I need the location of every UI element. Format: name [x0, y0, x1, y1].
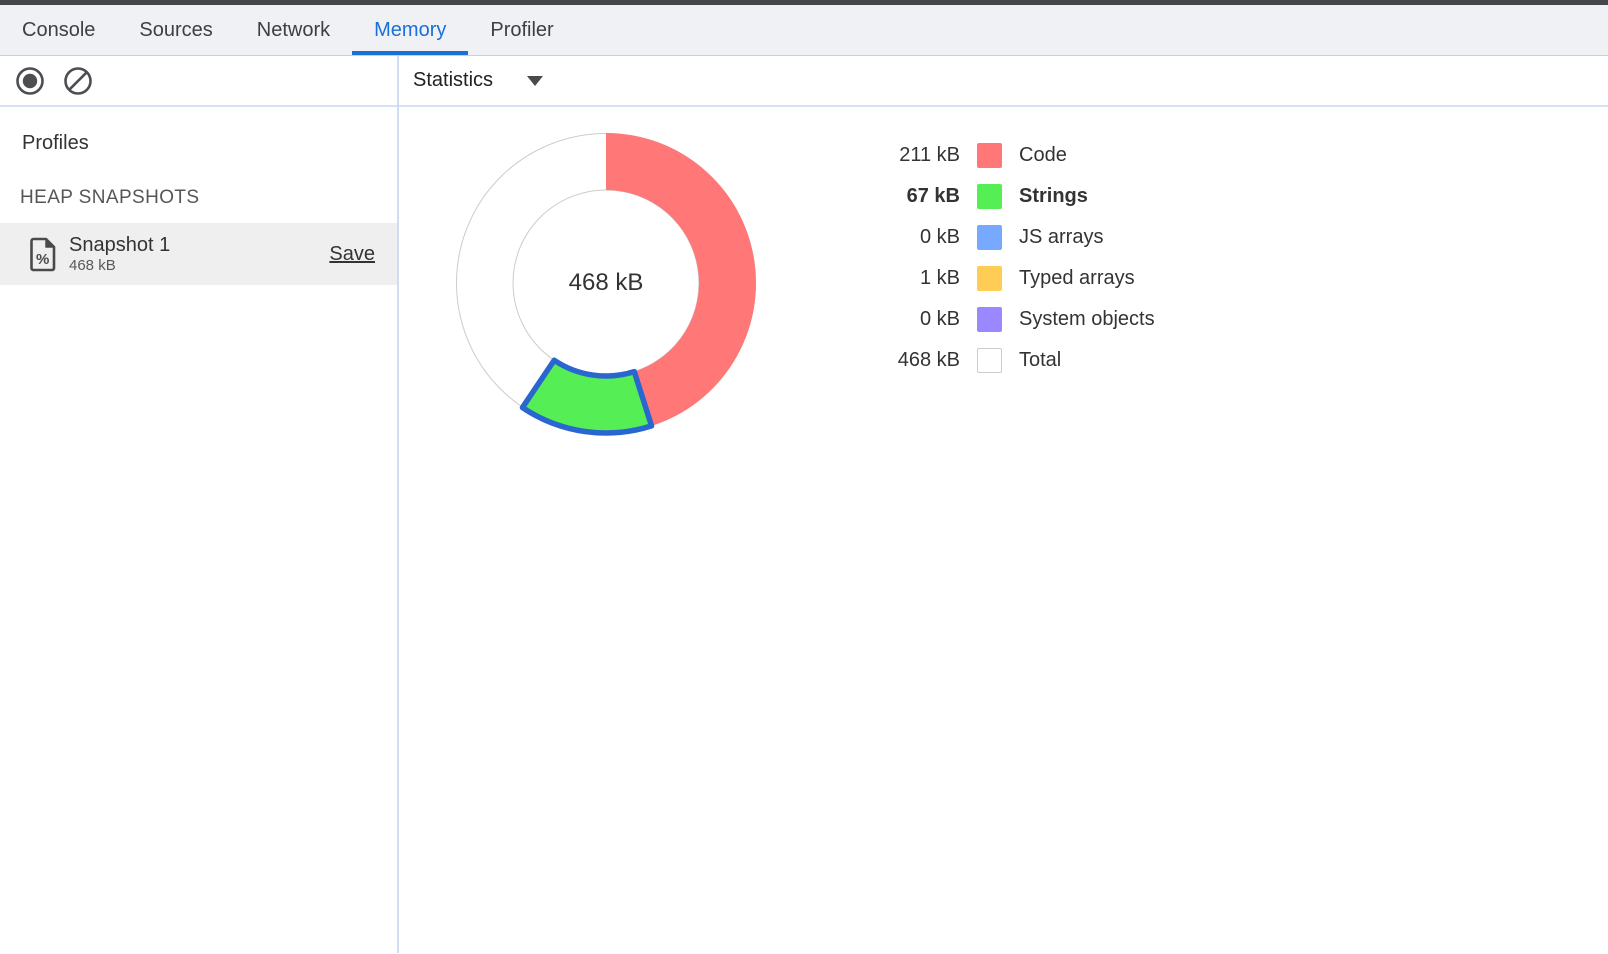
profiles-heading: Profiles — [22, 129, 397, 157]
legend-value: 0 kB — [848, 226, 960, 249]
legend-row-typed-arrays[interactable]: 1 kB Typed arrays — [848, 258, 1155, 299]
tab-profiler[interactable]: Profiler — [468, 5, 575, 55]
view-selector-dropdown[interactable]: Statistics — [413, 69, 543, 92]
legend-label: Strings — [1019, 185, 1088, 208]
legend-label: Typed arrays — [1019, 267, 1135, 290]
legend-value: 1 kB — [848, 267, 960, 290]
devtools-body: Profiles HEAP SNAPSHOTS % Snapshot 1 468… — [0, 56, 1608, 953]
memory-view-toolbar: Statistics — [399, 56, 1608, 107]
tab-memory[interactable]: Memory — [352, 5, 468, 55]
heap-snapshot-document-icon: % — [30, 237, 57, 272]
chart-legend: 211 kB Code 67 kB Strings 0 kB JS arrays 1 kB T… — [848, 135, 1155, 381]
legend-swatch-icon — [977, 143, 1002, 168]
snapshot-text: Snapshot 1 468 kB — [69, 234, 170, 274]
legend-row-strings[interactable]: 67 kB Strings — [848, 176, 1155, 217]
devtools-tab-bar: Console Sources Network Memory Profiler — [0, 5, 1608, 56]
legend-label: JS arrays — [1019, 226, 1103, 249]
legend-swatch-icon — [977, 266, 1002, 291]
statistics-view: 468 kB 211 kB Code 67 kB Strings 0 kB JS arra… — [399, 107, 1608, 953]
save-snapshot-link[interactable]: Save — [329, 243, 375, 266]
legend-swatch-icon — [977, 225, 1002, 250]
snapshot-size: 468 kB — [69, 257, 170, 274]
heap-snapshots-section-header: HEAP SNAPSHOTS — [20, 187, 397, 209]
legend-row-code[interactable]: 211 kB Code — [848, 135, 1155, 176]
tab-console[interactable]: Console — [0, 5, 117, 55]
snapshot-list-item[interactable]: % Snapshot 1 468 kB Save — [0, 223, 397, 285]
snapshot-name: Snapshot 1 — [69, 234, 170, 257]
legend-label: Code — [1019, 144, 1067, 167]
clear-icon — [62, 65, 94, 97]
legend-label: Total — [1019, 349, 1061, 372]
clear-button[interactable] — [62, 65, 94, 97]
tab-network[interactable]: Network — [235, 5, 352, 55]
profiles-toolbar — [0, 56, 397, 107]
memory-main-panel: Statistics 468 kB 211 kB Code 67 kB Strings… — [399, 56, 1608, 953]
legend-row-total[interactable]: 468 kB Total — [848, 340, 1155, 381]
heap-statistics-donut-chart[interactable]: 468 kB — [446, 123, 766, 443]
pie-slice-strings[interactable] — [522, 360, 651, 433]
legend-label: System objects — [1019, 308, 1155, 331]
legend-value: 67 kB — [848, 185, 960, 208]
profiles-sidebar: Profiles HEAP SNAPSHOTS % Snapshot 1 468… — [0, 56, 399, 953]
legend-value: 211 kB — [848, 144, 960, 167]
legend-value: 0 kB — [848, 308, 960, 331]
legend-row-system-objects[interactable]: 0 kB System objects — [848, 299, 1155, 340]
chevron-down-icon — [527, 76, 543, 86]
tab-sources[interactable]: Sources — [117, 5, 234, 55]
view-selector-value: Statistics — [413, 69, 493, 92]
record-icon — [14, 65, 46, 97]
svg-text:%: % — [36, 251, 49, 268]
record-button[interactable] — [14, 65, 46, 97]
legend-row-js-arrays[interactable]: 0 kB JS arrays — [848, 217, 1155, 258]
legend-swatch-icon — [977, 184, 1002, 209]
legend-swatch-icon — [977, 307, 1002, 332]
legend-swatch-icon — [977, 348, 1002, 373]
legend-value: 468 kB — [848, 349, 960, 372]
